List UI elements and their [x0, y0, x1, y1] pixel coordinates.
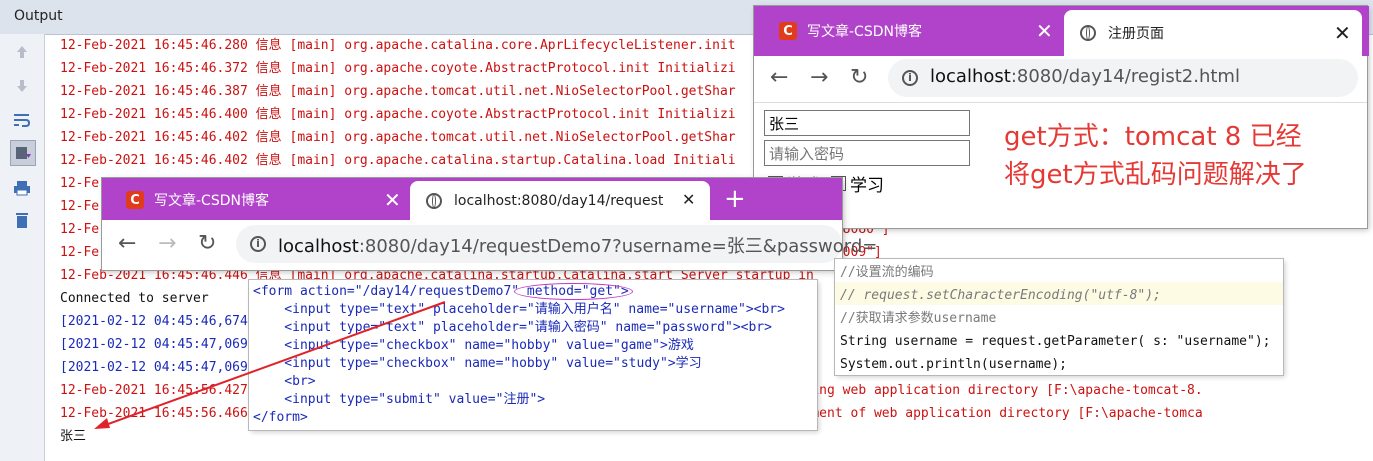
red-arrow	[94, 301, 446, 429]
